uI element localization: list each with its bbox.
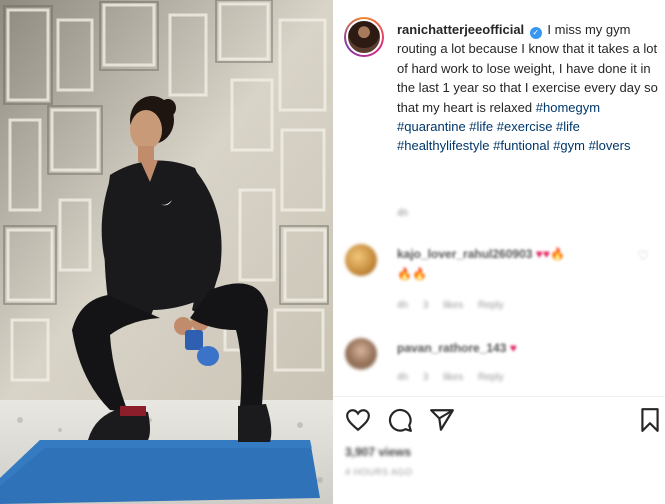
comment-meta[interactable]: 4h 3 likes Reply <box>397 372 504 383</box>
commenter-avatar[interactable] <box>345 244 377 276</box>
hashtag[interactable]: #homegym <box>536 100 600 115</box>
hashtag[interactable]: #lovers <box>589 138 631 153</box>
share-icon[interactable] <box>429 407 455 433</box>
hashtag[interactable]: #gym <box>553 138 585 153</box>
hashtag[interactable]: #exercise <box>497 119 553 134</box>
author-username[interactable]: ranichatterjeeofficial <box>397 22 524 37</box>
comment-text: ♥♥🔥 <box>535 247 565 261</box>
verified-icon: ✓ <box>529 27 542 39</box>
comment-icon[interactable] <box>387 407 413 433</box>
hashtag[interactable]: #funtional <box>493 138 549 153</box>
post-caption: ranichatterjeeofficial ✓ I miss my gym r… <box>397 20 659 156</box>
commenter-avatar[interactable] <box>345 338 377 370</box>
post-time: 4h <box>397 208 409 219</box>
post-date: 4 HOURS AGO <box>345 467 413 477</box>
commenter-username[interactable]: kajo_lover_rahul260903 <box>397 247 532 261</box>
comment-text-2: 🔥🔥 <box>397 267 427 281</box>
commenter-username[interactable]: pavan_rathore_143 <box>397 341 506 355</box>
hashtag[interactable]: #quarantine <box>397 119 466 134</box>
hashtag[interactable]: #life <box>469 119 493 134</box>
comment-text: ♥ <box>509 341 517 355</box>
post-photo[interactable] <box>0 0 333 504</box>
post-panel: ranichatterjeeofficial ✓ I miss my gym r… <box>333 0 665 504</box>
post-actions: 3,907 views 4 HOURS AGO <box>333 396 665 504</box>
hashtag[interactable]: #life <box>556 119 580 134</box>
author-avatar[interactable] <box>344 17 384 57</box>
comment-like-icon[interactable]: ♡ <box>637 248 649 264</box>
hashtag[interactable]: #healthylifestyle <box>397 138 490 153</box>
comment-meta[interactable]: 4h 3 likes Reply <box>397 300 504 311</box>
bookmark-icon[interactable] <box>637 407 663 433</box>
view-count[interactable]: 3,907 views <box>345 445 411 459</box>
workout-image <box>0 0 333 504</box>
heart-icon[interactable] <box>345 407 371 433</box>
